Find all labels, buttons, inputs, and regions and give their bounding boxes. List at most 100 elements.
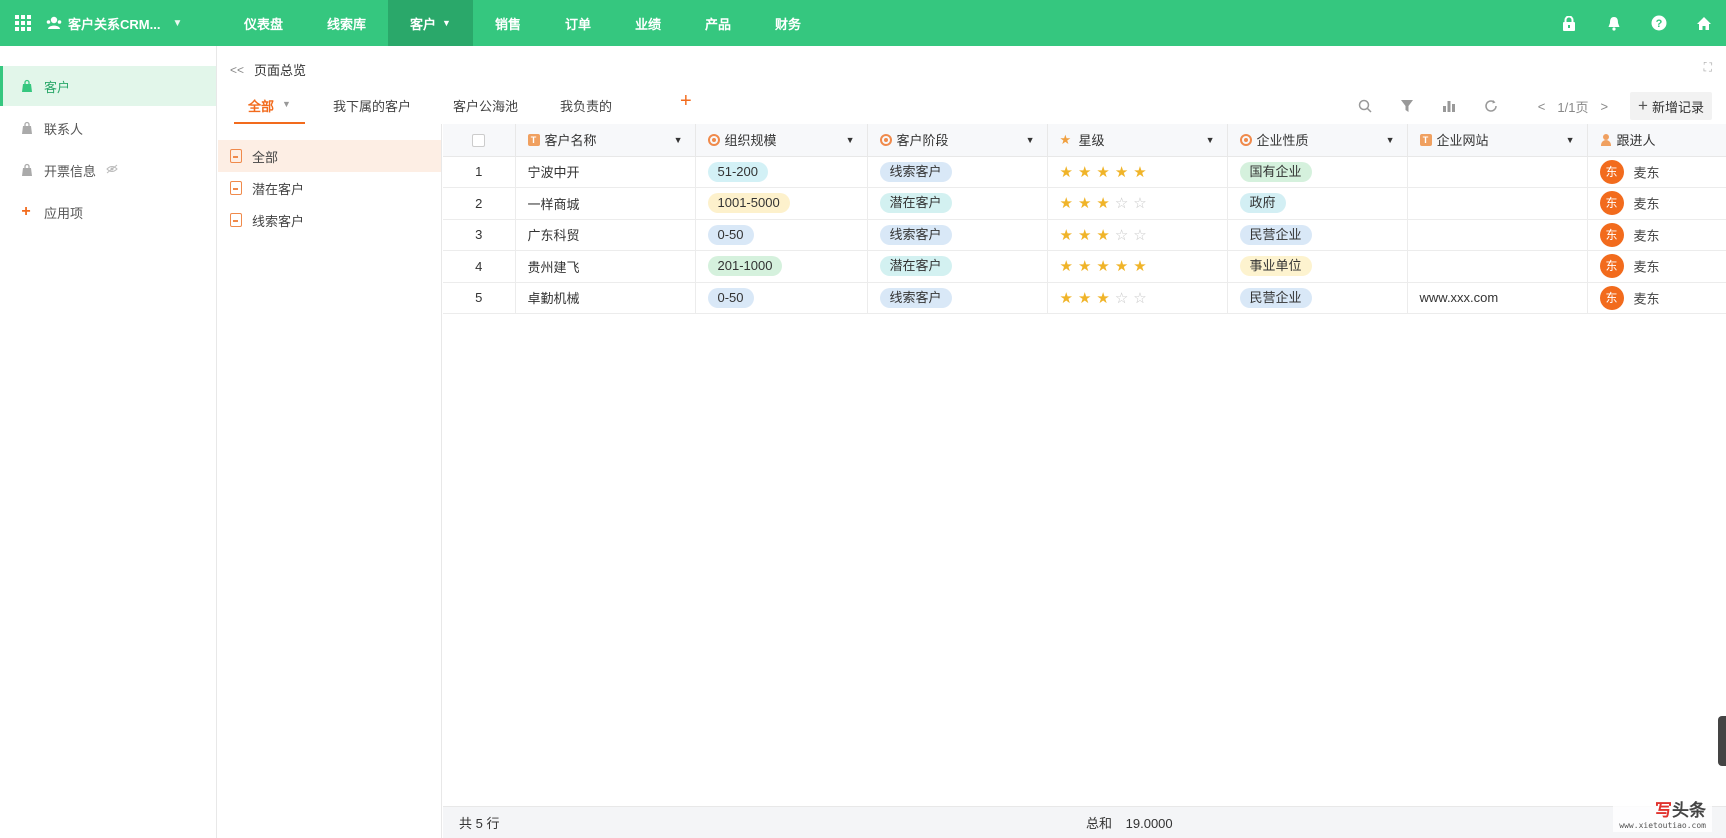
app-grid-icon[interactable] bbox=[0, 0, 46, 46]
sidebar: 客户 联系人 开票信息 + 应用项 bbox=[0, 46, 217, 838]
column-menu-icon[interactable]: ▼ bbox=[674, 135, 683, 145]
owner-cell[interactable]: 东麦东 bbox=[1587, 282, 1726, 314]
nav-item[interactable]: 订单 bbox=[543, 0, 613, 46]
column-menu-icon[interactable]: ▼ bbox=[846, 135, 855, 145]
nature-cell[interactable]: 国有企业 bbox=[1227, 156, 1408, 188]
column-header[interactable]: 客户阶段 ▼ bbox=[867, 124, 1048, 157]
view-tab[interactable]: 我负责的 bbox=[546, 92, 626, 124]
bag-icon bbox=[20, 121, 34, 135]
stage-cell[interactable]: 线索客户 bbox=[867, 219, 1048, 251]
website-cell[interactable] bbox=[1407, 156, 1588, 188]
nav-item-label: 客户 bbox=[410, 16, 437, 32]
nature-cell[interactable]: 民营企业 bbox=[1227, 282, 1408, 314]
sidebar-item[interactable]: 开票信息 bbox=[0, 150, 216, 190]
home-icon[interactable] bbox=[1681, 0, 1726, 46]
lock-icon[interactable] bbox=[1546, 0, 1591, 46]
website-cell[interactable] bbox=[1407, 250, 1588, 283]
next-page-icon[interactable]: > bbox=[1600, 99, 1608, 114]
org-scale-cell[interactable]: 1001-5000 bbox=[695, 187, 868, 220]
nav-item[interactable]: 仪表盘 bbox=[222, 0, 305, 46]
table-row[interactable]: 1 宁波中开 51-200 线索客户 ★★★★★ 国有企业 东麦东 bbox=[443, 156, 1726, 188]
nature-cell[interactable]: 事业单位 bbox=[1227, 250, 1408, 283]
website-cell[interactable] bbox=[1407, 219, 1588, 251]
sidebar-item[interactable]: 联系人 bbox=[0, 108, 216, 148]
filter-item[interactable]: 全部 bbox=[218, 140, 441, 172]
rating-cell[interactable]: ★★★☆☆ bbox=[1047, 282, 1228, 314]
chevron-down-icon: ▼ bbox=[172, 17, 183, 29]
add-view-icon[interactable]: + bbox=[680, 90, 692, 113]
org-scale-cell[interactable]: 51-200 bbox=[695, 156, 868, 188]
view-tab[interactable]: 我下属的客户 bbox=[319, 92, 425, 124]
select-all-checkbox[interactable] bbox=[472, 134, 486, 148]
filter-icon[interactable] bbox=[1386, 92, 1428, 120]
side-drawer-handle[interactable] bbox=[1718, 716, 1726, 766]
filter-item-label: 线索客户 bbox=[252, 213, 305, 229]
column-menu-icon[interactable]: ▼ bbox=[1206, 135, 1215, 145]
nature-cell[interactable]: 民营企业 bbox=[1227, 219, 1408, 251]
customer-name-cell[interactable]: 宁波中开 bbox=[515, 156, 696, 188]
column-header[interactable]: T 客户名称 ▼ bbox=[515, 124, 696, 157]
add-record-button[interactable]: + 新增记录 bbox=[1630, 92, 1712, 120]
table-row[interactable]: 4 贵州建飞 201-1000 潜在客户 ★★★★★ 事业单位 东麦东 bbox=[443, 250, 1726, 283]
customer-name-cell[interactable]: 卓勤机械 bbox=[515, 282, 696, 314]
rating-cell[interactable]: ★★★★★ bbox=[1047, 250, 1228, 283]
eye-hidden-icon[interactable] bbox=[106, 164, 118, 177]
refresh-icon[interactable] bbox=[1470, 92, 1512, 120]
column-header[interactable]: 组织规模 ▼ bbox=[695, 124, 868, 157]
bell-icon[interactable] bbox=[1591, 0, 1636, 46]
prev-page-icon[interactable]: < bbox=[1538, 99, 1546, 114]
owner-cell[interactable]: 东麦东 bbox=[1587, 250, 1726, 283]
org-scale-cell[interactable]: 0-50 bbox=[695, 219, 868, 251]
stage-cell[interactable]: 线索客户 bbox=[867, 282, 1048, 314]
rating-cell[interactable]: ★★★☆☆ bbox=[1047, 219, 1228, 251]
column-menu-icon[interactable]: ▼ bbox=[1566, 135, 1575, 145]
table-row[interactable]: 3 广东科贸 0-50 线索客户 ★★★☆☆ 民营企业 东麦东 bbox=[443, 219, 1726, 251]
sidebar-item[interactable]: 客户 bbox=[0, 66, 216, 106]
customer-name-cell[interactable]: 广东科贸 bbox=[515, 219, 696, 251]
owner-cell[interactable]: 东麦东 bbox=[1587, 219, 1726, 251]
org-scale-tag: 1001-5000 bbox=[707, 193, 790, 214]
chevron-down-icon: ▼ bbox=[282, 99, 291, 109]
table-row[interactable]: 2 一样商城 1001-5000 潜在客户 ★★★☆☆ 政府 东麦东 bbox=[443, 187, 1726, 220]
nav-item[interactable]: 线索库 bbox=[305, 0, 388, 46]
help-icon[interactable]: ? bbox=[1636, 0, 1681, 46]
app-switcher[interactable]: 客户关系CRM... ▼ bbox=[46, 0, 222, 46]
website-cell[interactable]: www.xxx.com bbox=[1407, 282, 1588, 314]
filter-item[interactable]: 潜在客户 bbox=[218, 172, 441, 204]
filter-item[interactable]: 线索客户 bbox=[218, 204, 441, 236]
nav-item[interactable]: 业绩 bbox=[613, 0, 683, 46]
column-menu-icon[interactable]: ▼ bbox=[1386, 135, 1395, 145]
customer-name-cell[interactable]: 一样商城 bbox=[515, 187, 696, 220]
stage-cell[interactable]: 线索客户 bbox=[867, 156, 1048, 188]
nav-item[interactable]: 客户 ▼ bbox=[388, 0, 473, 46]
owner-cell[interactable]: 东麦东 bbox=[1587, 187, 1726, 220]
column-header[interactable]: ★ 星级 ▼ bbox=[1047, 124, 1228, 157]
table-row[interactable]: 5 卓勤机械 0-50 线索客户 ★★★☆☆ 民营企业 www.xxx.com 东麦东 bbox=[443, 282, 1726, 314]
nav-item[interactable]: 财务 bbox=[753, 0, 823, 46]
nav-item[interactable]: 产品 bbox=[683, 0, 753, 46]
document-icon bbox=[230, 149, 242, 163]
org-scale-cell[interactable]: 201-1000 bbox=[695, 250, 868, 283]
collapse-double-chevron-icon[interactable]: << bbox=[230, 63, 244, 77]
owner-cell[interactable]: 东麦东 bbox=[1587, 156, 1726, 188]
owner-name: 麦东 bbox=[1633, 196, 1660, 212]
sidebar-add-app-item[interactable]: + 应用项 bbox=[0, 192, 216, 232]
bar-chart-icon[interactable] bbox=[1428, 92, 1470, 120]
column-header[interactable]: 企业性质 ▼ bbox=[1227, 124, 1408, 157]
rating-cell[interactable]: ★★★★★ bbox=[1047, 156, 1228, 188]
search-icon[interactable] bbox=[1344, 92, 1386, 120]
customer-name-cell[interactable]: 贵州建飞 bbox=[515, 250, 696, 283]
rating-cell[interactable]: ★★★☆☆ bbox=[1047, 187, 1228, 220]
column-header[interactable]: T 企业网站 ▼ bbox=[1407, 124, 1588, 157]
stage-cell[interactable]: 潜在客户 bbox=[867, 187, 1048, 220]
column-header[interactable]: 跟进人 bbox=[1587, 124, 1726, 157]
column-menu-icon[interactable]: ▼ bbox=[1026, 135, 1035, 145]
view-tab[interactable]: 全部 ▼ bbox=[234, 92, 305, 124]
nature-cell[interactable]: 政府 bbox=[1227, 187, 1408, 220]
stage-cell[interactable]: 潜在客户 bbox=[867, 250, 1048, 283]
website-cell[interactable] bbox=[1407, 187, 1588, 220]
expand-icon[interactable]: ⛶ bbox=[1704, 60, 1712, 75]
view-tab[interactable]: 客户公海池 bbox=[439, 92, 532, 124]
org-scale-cell[interactable]: 0-50 bbox=[695, 282, 868, 314]
nav-item[interactable]: 销售 bbox=[473, 0, 543, 46]
